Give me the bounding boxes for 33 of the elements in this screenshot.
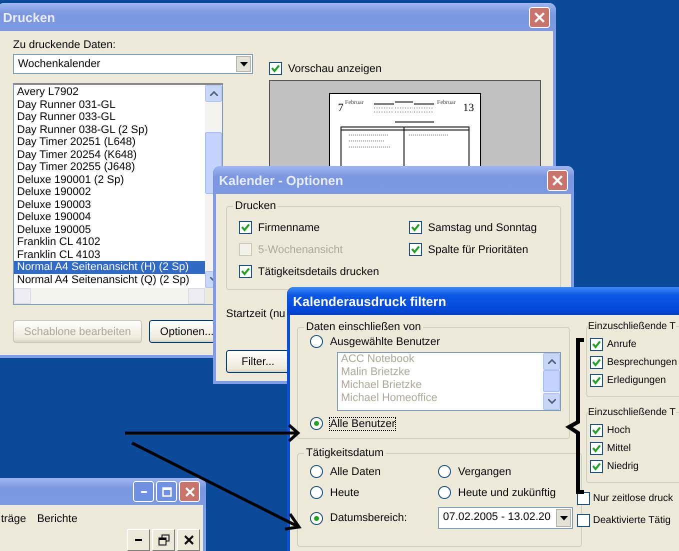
group-title: Daten einschließen von [305, 321, 422, 333]
checkbox-label: Anrufe [607, 339, 636, 350]
radio-label: Alle Benutzer [330, 418, 396, 430]
radio-label: Heute [330, 486, 360, 498]
checkbox-label: Samstag und Sonntag [428, 222, 537, 234]
radio-label: Vergangen [458, 466, 512, 478]
checkbox-label: Firmenname [258, 222, 320, 234]
checkbox-label: 5-Wochenansicht [258, 244, 343, 256]
radio-label: Ausgewählte Benutzer [330, 336, 440, 348]
field-label: Zu druckende Daten: [13, 39, 117, 51]
day-number: 7 [338, 102, 344, 114]
checkbox-label: Besprechungen [607, 357, 678, 368]
checkbox-label: Erledigungen [607, 375, 666, 386]
window-title: Kalenderausdruck filtern [293, 294, 446, 308]
day-number: 13 [463, 102, 474, 114]
checkbox-label: Niedrig [607, 461, 639, 472]
checkbox-label: Vorschau anzeigen [288, 62, 382, 74]
radio-label: Heute und zukünftig [458, 486, 556, 498]
checkbox-label: Mittel [607, 443, 631, 454]
field-label: Startzeit (nu [226, 308, 286, 320]
checkbox-label: Nur zeitlose druck [593, 493, 674, 504]
group-title: Einzuschließende T [588, 407, 676, 418]
checkbox-label: Deaktivierte Tätig [593, 515, 671, 526]
group-title: Tätigkeitsdatum [305, 447, 385, 459]
checkbox-label: Spalte für Prioritäten [428, 244, 528, 256]
radio-label: Datumsbereich: [330, 512, 408, 524]
checkbox-label: Tätigkeitsdetails drucken [258, 266, 380, 278]
radio-label: Alle Daten [330, 466, 381, 478]
window-title: Drucken [3, 10, 56, 24]
checkbox-label: Hoch [607, 425, 630, 436]
group-title: Einzuschließende T [588, 321, 676, 332]
group-title: Drucken [234, 200, 277, 212]
window-title: Kalender - Optionen [219, 172, 344, 188]
